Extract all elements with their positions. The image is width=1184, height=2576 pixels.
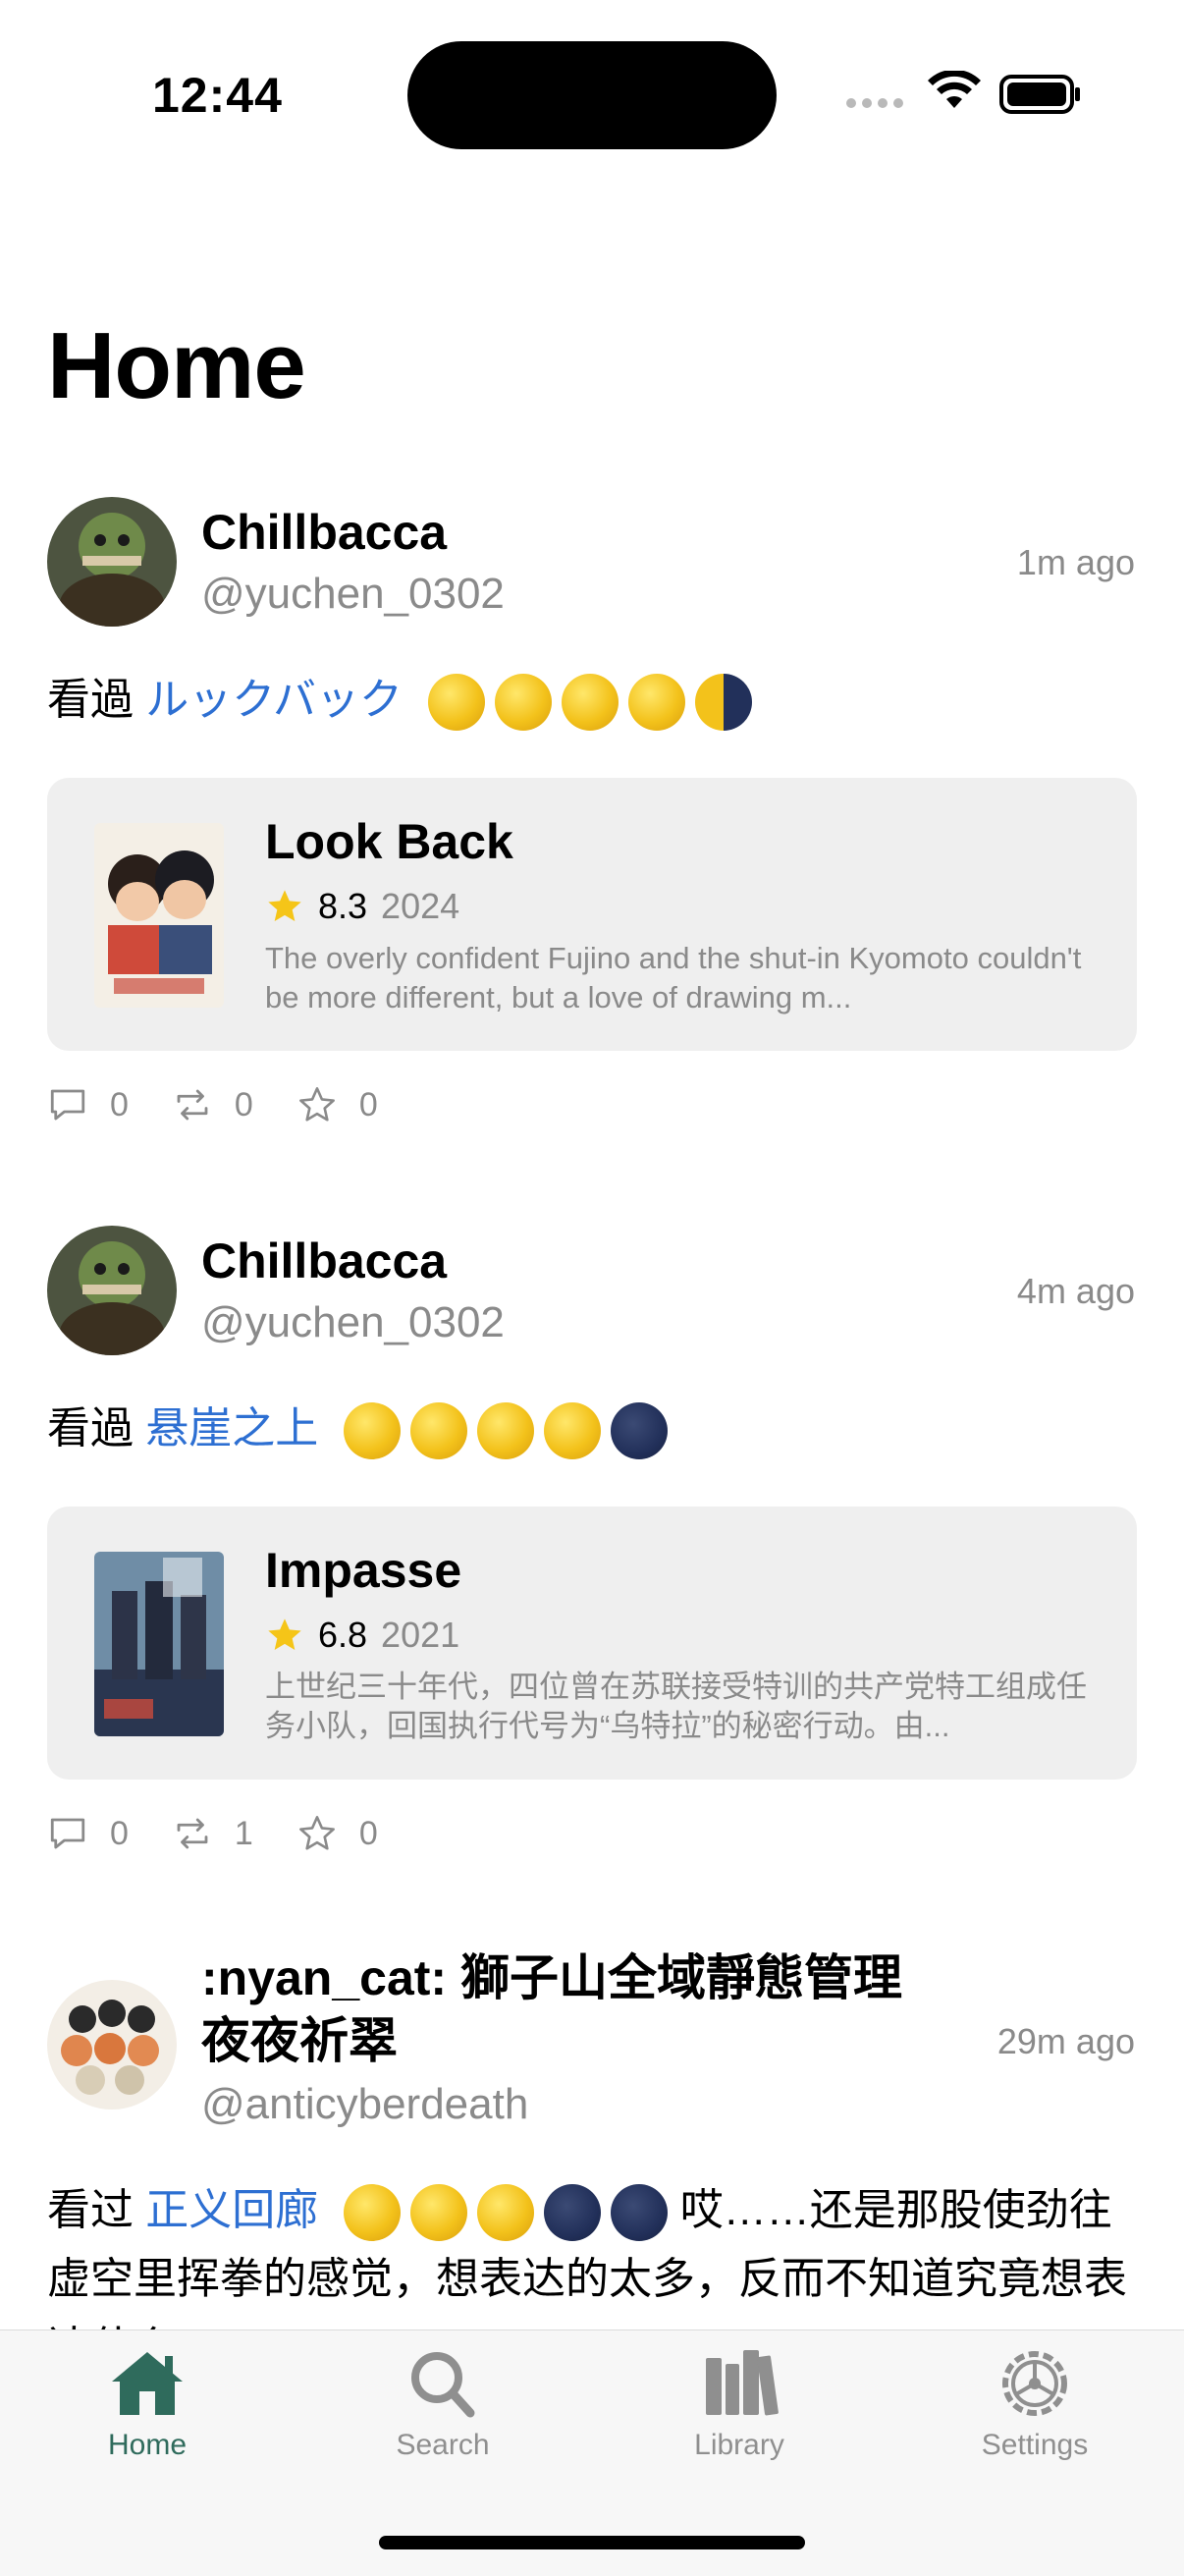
full-moon-icon	[410, 1402, 468, 1460]
post-actions: 0 0 0	[47, 1084, 421, 1125]
cellular-signal-icon	[846, 98, 903, 108]
star-icon	[268, 1618, 301, 1650]
synopsis: 上世纪三十年代，四位曾在苏联接受特训的共产党特工组成任务小队，回国执行代号为“乌…	[265, 1670, 1087, 1743]
reply-button[interactable]: 0	[47, 1084, 129, 1125]
user-handle: @yuchen_0302	[201, 570, 505, 618]
tab-library[interactable]: Library	[641, 2346, 837, 2462]
reply-icon	[50, 1818, 85, 1849]
favorite-button[interactable]: 0	[296, 1813, 378, 1854]
release-year: 2024	[381, 886, 460, 926]
post-timestamp: 4m ago	[1016, 1271, 1135, 1311]
favorite-button[interactable]: 0	[296, 1084, 378, 1125]
post-actions: 0 1 0	[47, 1813, 421, 1854]
new-moon-icon	[544, 2184, 602, 2242]
media-card[interactable]: Look Back 8.3 2024 The overly confident …	[47, 778, 1137, 1051]
moon-rating	[344, 1402, 669, 1460]
favorite-count: 0	[358, 1814, 378, 1852]
avatar[interactable]	[47, 1980, 177, 2110]
full-moon-icon	[477, 1402, 535, 1460]
display-name: Chillbacca	[201, 1233, 448, 1288]
books-icon	[706, 2350, 779, 2416]
reply-button[interactable]: 0	[47, 1813, 129, 1854]
moon-rating	[428, 674, 753, 732]
tab-search[interactable]: Search	[345, 2346, 541, 2462]
tab-settings[interactable]: Settings	[937, 2346, 1133, 2462]
full-moon-icon	[477, 2184, 535, 2242]
repost-icon	[177, 1089, 208, 1121]
post-verb: 看過	[47, 1404, 134, 1452]
post-timestamp: 1m ago	[1016, 542, 1135, 582]
status-bar: 12:44	[0, 0, 1184, 187]
battery-icon	[999, 75, 1080, 114]
repost-button[interactable]: 0	[172, 1084, 253, 1125]
wifi-icon	[928, 71, 981, 108]
display-name: Chillbacca	[201, 505, 448, 560]
repost-icon	[177, 1818, 208, 1849]
gear-icon	[1002, 2351, 1067, 2416]
new-moon-icon	[611, 2184, 669, 2242]
post-content: 看過 悬崖之上	[47, 1395, 1137, 1463]
house-icon	[112, 2352, 183, 2415]
reply-icon	[50, 1089, 85, 1121]
dynamic-island	[407, 41, 777, 149]
card-title: Impasse	[265, 1543, 462, 1598]
user-handle: @yuchen_0302	[201, 1298, 505, 1346]
rating-score: 6.8	[318, 1615, 368, 1655]
synopsis: The overly confident Fujino and the shut…	[265, 941, 1082, 1014]
rating-row: 6.8 2021	[265, 1615, 459, 1656]
full-moon-icon	[562, 674, 619, 732]
media-card[interactable]: Impasse 6.8 2021 上世纪三十年代，四位曾在苏联接受特训的共产党特…	[47, 1507, 1137, 1780]
favorite-count: 0	[358, 1085, 378, 1124]
avatar[interactable]	[47, 1226, 177, 1355]
reply-count: 0	[110, 1085, 129, 1124]
repost-count: 1	[234, 1814, 253, 1852]
full-moon-icon	[410, 2184, 468, 2242]
rating-row: 8.3 2024	[265, 886, 459, 927]
tab-label: Home	[107, 2429, 188, 2461]
display-name: :nyan_cat: 獅子山全域靜態管理夜夜祈翠	[201, 1950, 902, 2068]
tab-label: Library	[694, 2429, 784, 2461]
reply-count: 0	[110, 1814, 129, 1852]
post-content: 看過 ルックバック	[47, 666, 1137, 735]
full-moon-icon	[628, 674, 686, 732]
status-time: 12:44	[152, 68, 283, 123]
post-verb: 看過	[47, 676, 134, 724]
post-timestamp: 29m ago	[996, 2021, 1135, 2061]
moon-rating	[344, 2184, 669, 2242]
poster-image	[94, 1552, 224, 1736]
post-verb: 看过	[47, 2186, 134, 2234]
release-year: 2021	[381, 1615, 460, 1655]
card-title: Look Back	[265, 814, 513, 869]
star-icon	[268, 890, 301, 921]
full-moon-icon	[544, 1402, 602, 1460]
title-link[interactable]: ルックバック	[145, 676, 403, 724]
poster-image	[94, 823, 224, 1008]
repost-count: 0	[234, 1085, 253, 1124]
tab-label: Search	[396, 2429, 490, 2461]
full-moon-icon	[428, 674, 486, 732]
full-moon-icon	[344, 2184, 402, 2242]
user-handle: @anticyberdeath	[201, 2080, 529, 2128]
rating-score: 8.3	[318, 886, 368, 926]
avatar[interactable]	[47, 497, 177, 627]
half-moon-icon	[695, 674, 753, 732]
tab-home[interactable]: Home	[49, 2346, 245, 2462]
magnifier-icon	[411, 2352, 475, 2418]
star-outline-icon	[298, 1087, 335, 1122]
full-moon-icon	[344, 1402, 402, 1460]
full-moon-icon	[495, 674, 553, 732]
title-link[interactable]: 悬崖之上	[145, 1404, 318, 1452]
home-indicator[interactable]	[379, 2536, 805, 2549]
repost-button[interactable]: 1	[172, 1813, 253, 1854]
page-title: Home	[47, 313, 306, 418]
tab-label: Settings	[981, 2429, 1089, 2461]
new-moon-icon	[611, 1402, 669, 1460]
star-outline-icon	[298, 1816, 335, 1850]
title-link[interactable]: 正义回廊	[145, 2186, 318, 2234]
